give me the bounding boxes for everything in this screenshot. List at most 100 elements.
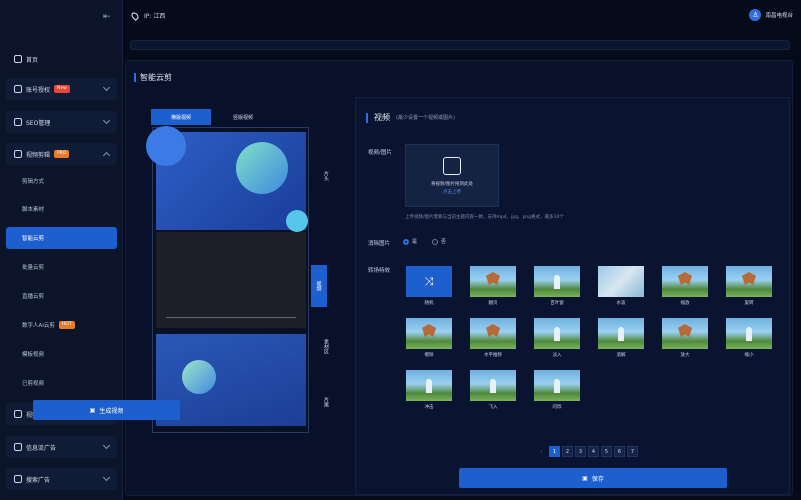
effect-item[interactable]: 缩放 <box>662 266 708 306</box>
sidebar-item-label: 搜索广告 <box>26 476 51 484</box>
section-title-text: 视频 <box>374 113 390 122</box>
sidebar-item-home[interactable]: 首页 <box>6 48 117 70</box>
effect-item[interactable]: 飞入 <box>470 370 516 410</box>
effect-item[interactable]: 擦除 <box>406 318 452 358</box>
bird-image <box>486 272 500 285</box>
effect-item[interactable]: 冲击 <box>406 370 452 410</box>
page-button[interactable]: 5 <box>601 446 612 457</box>
side-tab-intro[interactable]: 片头 <box>314 171 330 181</box>
generate-video-button[interactable]: ▣ 生成视频 <box>33 400 180 420</box>
sidebar-item-seo[interactable]: SEO管理 <box>6 111 117 133</box>
breadcrumb-bar <box>130 40 790 50</box>
effect-label: 水波 <box>616 301 626 306</box>
tree-image <box>554 275 560 289</box>
chevron-down-icon <box>102 473 111 482</box>
tree-image <box>618 327 624 341</box>
effect-label: 随机 <box>424 301 434 306</box>
username: 南昌电视台 <box>765 13 793 19</box>
sidebar-item-search-ads[interactable]: 搜索广告 <box>6 468 117 490</box>
side-tab-label: 片尾 <box>323 397 329 407</box>
sidebar-sub-item[interactable]: 批量云剪 <box>6 256 117 278</box>
effect-label: 冲击 <box>424 405 434 410</box>
progress-bar[interactable] <box>166 317 296 318</box>
button-label: 生成视频 <box>99 407 124 415</box>
effect-item[interactable]: 放大 <box>662 318 708 358</box>
sidebar-sub-item-active[interactable]: 智能云剪 <box>6 227 117 249</box>
page-button[interactable]: 3 <box>575 446 586 457</box>
effect-item[interactable]: 旋转 <box>726 266 772 306</box>
radio-label: 是 <box>412 239 418 245</box>
effect-item[interactable]: ⤨ 随机 <box>406 266 452 306</box>
sidebar-item-label: 首页 <box>26 56 39 64</box>
chevron-down-icon <box>102 116 111 125</box>
sidebar-sub-item[interactable]: 已剪视频 <box>6 372 117 394</box>
sidebar-item-account[interactable]: 账号授权 New <box>6 78 117 100</box>
page-button[interactable]: 1 <box>549 446 560 457</box>
page-button[interactable]: 7 <box>627 446 638 457</box>
sidebar: ⇤ 首页 账号授权 New SEO管理 视频剪辑 PRO 剪辑方式 脚本素材 智… <box>0 0 123 500</box>
prev-page-icon[interactable]: ‹ <box>536 446 547 457</box>
shuffle-icon: ⤨ <box>406 266 452 297</box>
radio-label: 否 <box>441 239 447 245</box>
sub-label: 已剪视频 <box>22 381 45 387</box>
sidebar-sub-item[interactable]: 数字人AI云剪 HOT <box>6 314 117 336</box>
upload-dropzone[interactable]: 将视频/图片拖到此处 点击上传 <box>405 144 499 207</box>
tab-portrait-video[interactable]: 竖版视频 <box>213 109 273 125</box>
effect-item[interactable]: 翻页 <box>470 266 516 306</box>
save-icon: ▣ <box>582 474 588 482</box>
effect-label: 缩放 <box>680 301 690 306</box>
sidebar-sub-item[interactable]: 直播云剪 <box>6 285 117 307</box>
ads-icon <box>14 443 22 451</box>
bird-image <box>486 324 500 337</box>
sidebar-item-label: 账号授权 <box>26 86 51 94</box>
radio-yes[interactable]: 是 <box>403 238 417 245</box>
radio-no[interactable]: 否 <box>432 238 446 245</box>
tree-image <box>554 379 560 393</box>
effect-thumbnail <box>598 266 644 297</box>
collapse-sidebar-icon[interactable]: ⇤ <box>103 12 111 22</box>
page-button[interactable]: 4 <box>588 446 599 457</box>
side-tab-material[interactable]: 素材区 <box>314 339 330 354</box>
effect-item[interactable]: 淡入 <box>534 318 580 358</box>
chevron-down-icon <box>102 83 111 92</box>
sidebar-item-video-edit[interactable]: 视频剪辑 PRO <box>6 143 117 165</box>
upload-link[interactable]: 点击上传 <box>443 189 461 195</box>
effect-thumbnail <box>598 318 644 349</box>
main-panel: 智能云剪 横版视频 竖版视频 片头 视频 素材区 片尾 视频 (最少设置一个视频… <box>125 60 793 496</box>
sidebar-sub-item[interactable]: 剪辑方式 <box>6 170 117 192</box>
effect-label: 溶解 <box>616 353 626 358</box>
bird-image <box>678 272 692 285</box>
image-upload-icon <box>443 156 461 175</box>
effect-item[interactable]: 百叶窗 <box>534 266 580 306</box>
effect-label: 水平推移 <box>484 353 502 358</box>
radio-dot <box>432 238 438 245</box>
location-pin-icon <box>130 10 140 21</box>
effect-label: 百叶窗 <box>550 301 564 306</box>
tab-landscape-video[interactable]: 横版视频 <box>151 109 211 125</box>
effect-label: 旋转 <box>744 301 754 306</box>
bird-image <box>678 324 692 337</box>
effect-thumbnail <box>662 318 708 349</box>
page-button[interactable]: 2 <box>562 446 573 457</box>
sidebar-item-feed-ads[interactable]: 信息流广告 <box>6 436 117 458</box>
sub-label: 直播云剪 <box>22 294 45 300</box>
sidebar-item-label: 视频剪辑 <box>26 151 51 159</box>
decor-circle <box>286 210 308 232</box>
side-tab-video[interactable]: 视频 <box>311 265 327 307</box>
sidebar-item-label: 信息流广告 <box>26 444 57 452</box>
side-tab-label: 素材区 <box>323 339 329 354</box>
preview-player[interactable] <box>156 232 306 328</box>
save-button[interactable]: ▣ 保存 <box>459 468 727 488</box>
effect-item[interactable]: 缩小 <box>726 318 772 358</box>
user-menu[interactable]: ♙ 南昌电视台 <box>749 9 793 21</box>
effect-label: 擦除 <box>424 353 434 358</box>
sidebar-sub-item[interactable]: 脚本素材 <box>6 198 117 220</box>
effect-item[interactable]: 水平推移 <box>470 318 516 358</box>
page-button[interactable]: 6 <box>614 446 625 457</box>
sidebar-sub-item[interactable]: 模板视频 <box>6 343 117 365</box>
effect-item[interactable]: 水波 <box>598 266 644 306</box>
effect-item[interactable]: 溶解 <box>598 318 644 358</box>
side-tab-outro[interactable]: 片尾 <box>314 397 330 407</box>
effect-item[interactable]: 闪烁 <box>534 370 580 410</box>
button-label: 保存 <box>591 475 604 483</box>
